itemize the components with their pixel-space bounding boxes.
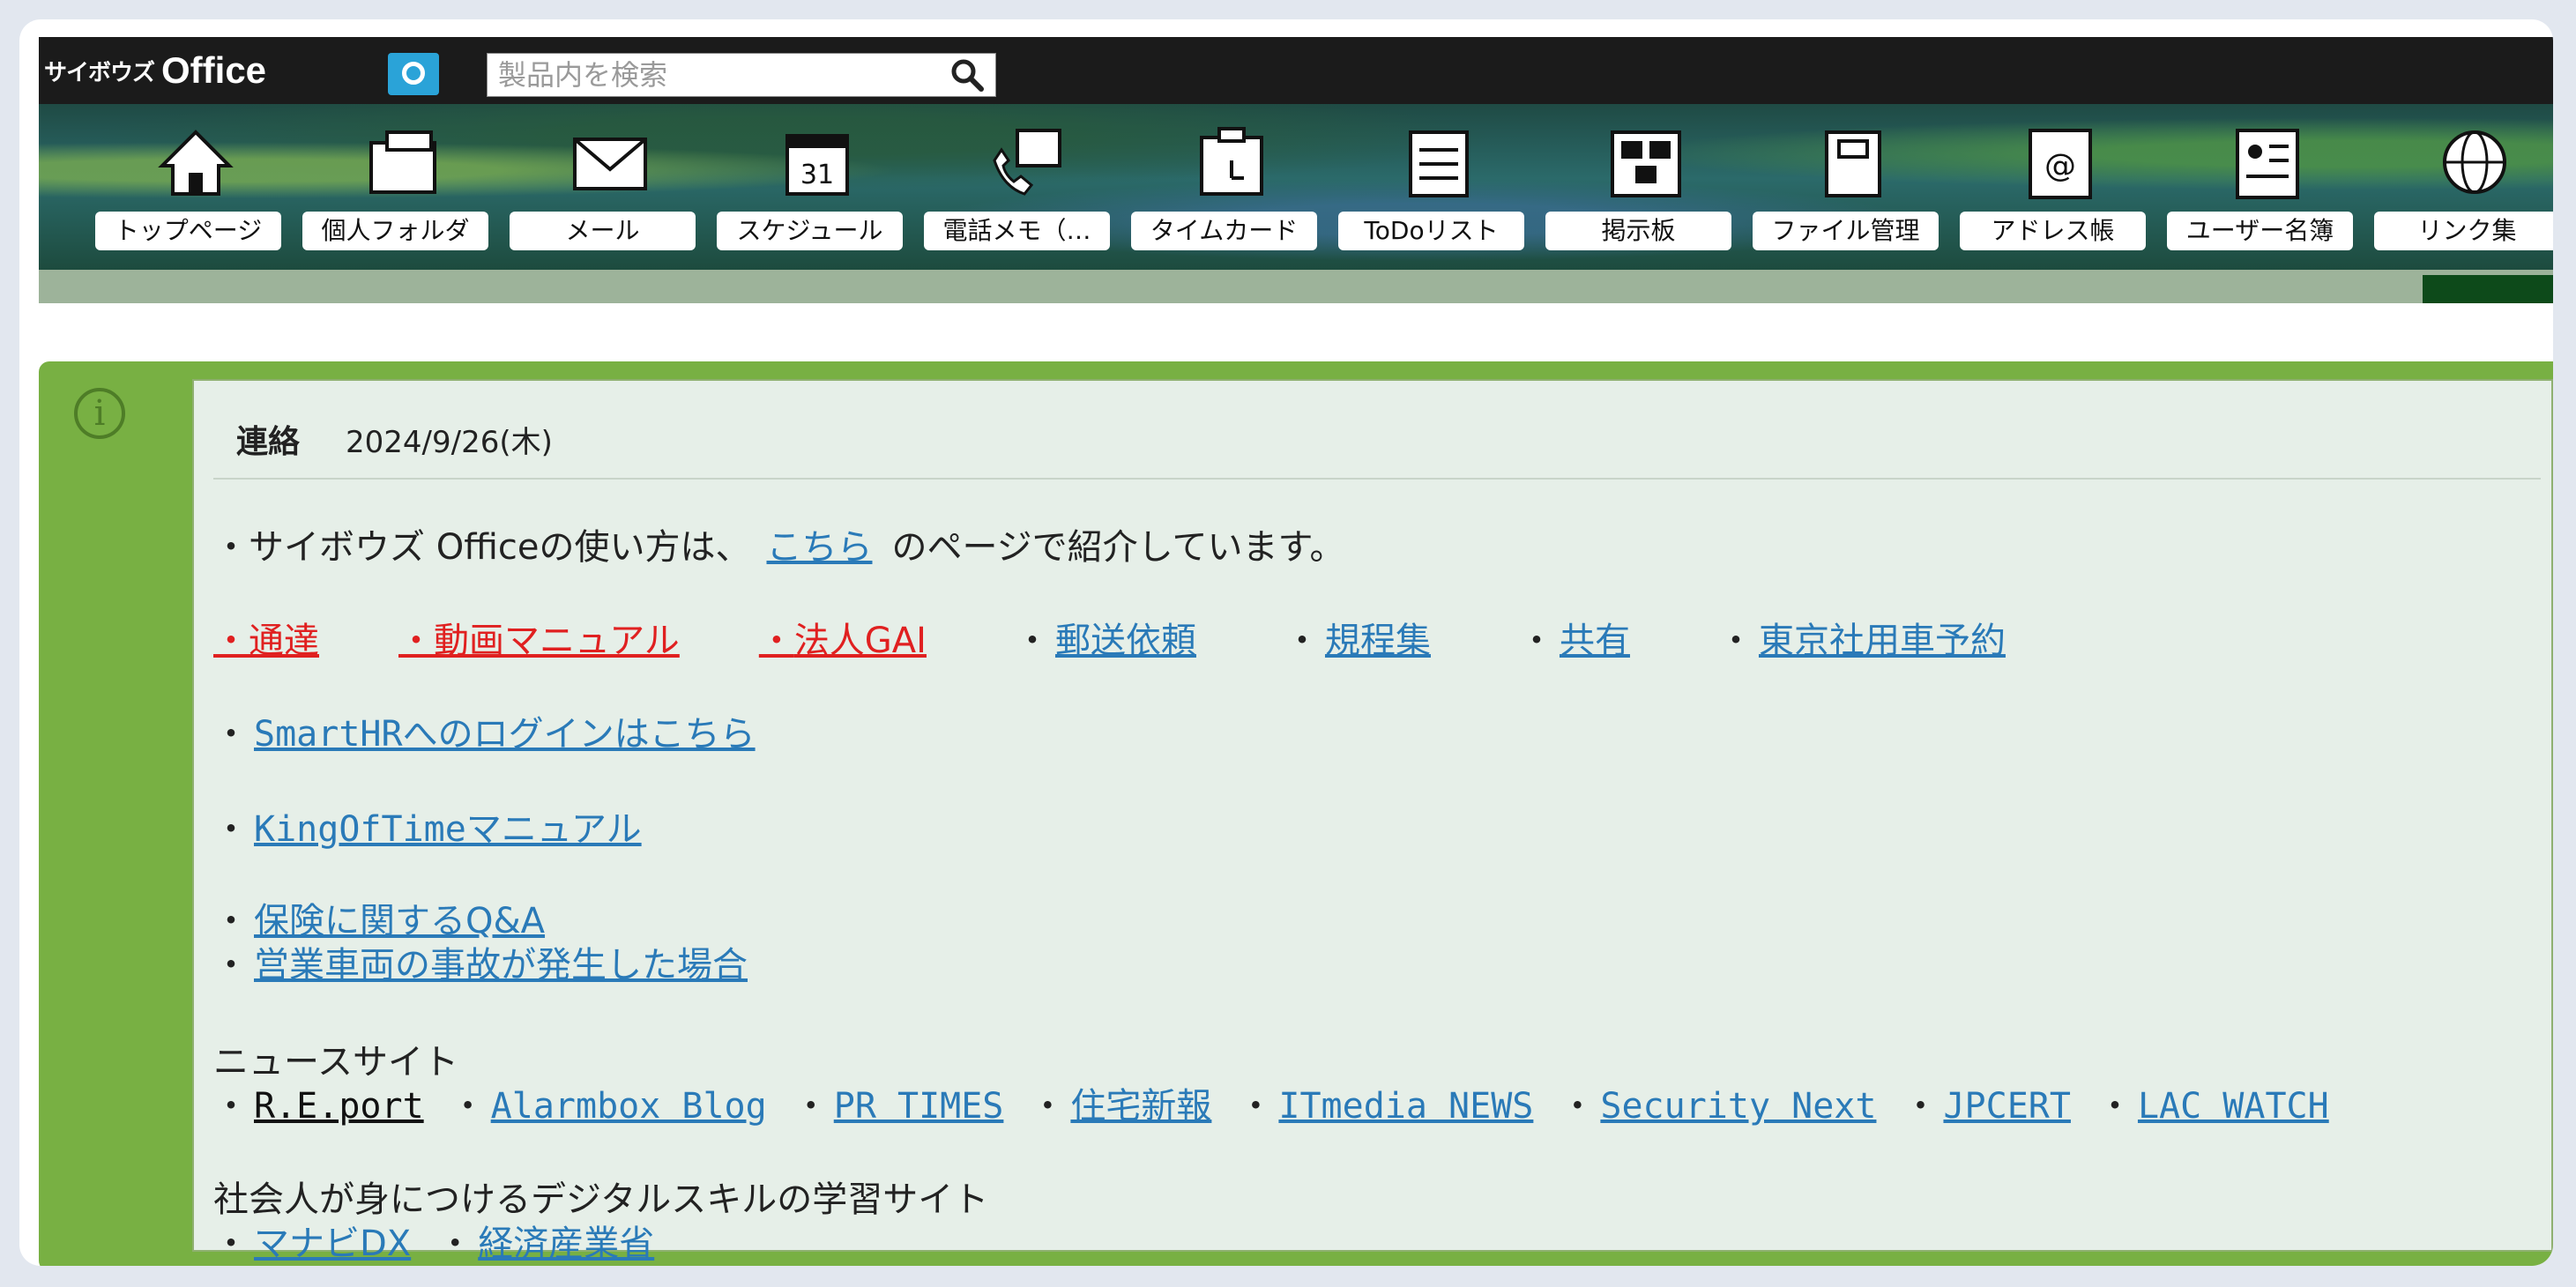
news-item-5: ・ Security Next [1560, 1086, 1877, 1127]
brand-logo[interactable]: サイボウズ Office [44, 46, 266, 95]
info-icon: i [74, 388, 125, 439]
mail-icon [568, 125, 652, 199]
search-icon[interactable] [948, 57, 986, 93]
news-item-3: ・住宅新報 [1030, 1086, 1212, 1127]
nav-label: ユーザー名簿 [2167, 212, 2353, 250]
nav-item-9[interactable]: @ アドレス帳 [1956, 109, 2163, 268]
notice-header: 連絡 2024/9/26(木) [213, 381, 2541, 480]
news-link[interactable]: Security Next [1600, 1086, 1876, 1127]
brand-small: サイボウズ [44, 59, 155, 86]
product-icon[interactable] [388, 53, 439, 95]
app-nav-bar: トップページ 個人フォルダ メール 31 スケジュール 電話メモ（… タイムカード ToDoリ… [39, 104, 2553, 270]
nav-item-1[interactable]: 個人フォルダ [299, 109, 506, 268]
user-directory-icon [2225, 125, 2310, 199]
notice-date: 2024/9/26(木) [346, 425, 553, 460]
news-link[interactable]: R.E.port [254, 1086, 424, 1127]
news-link[interactable]: JPCERT [1943, 1086, 2071, 1127]
nav-label: トップページ [95, 212, 281, 250]
intro-line: ・サイボウズ Officeの使い方は、 こちら のページで紹介しています。 [213, 518, 1344, 569]
search-input[interactable] [488, 54, 923, 96]
bulletin-icon [1604, 125, 1688, 199]
notice-panel: i 連絡 2024/9/26(木) ・サイボウズ Officeの使い方は、 こち… [39, 361, 2553, 1266]
kingoftime-line: ・ KingOfTimeマニュアル [213, 800, 642, 852]
search-box [487, 53, 996, 97]
accident-line: ・ 営業車両の事故が発生した場合 [213, 936, 748, 987]
nav-item-11[interactable]: リンク集 [2371, 109, 2553, 268]
smarthr-line: ・ SmartHRへのログインはこちら [213, 705, 756, 756]
news-link[interactable]: PR TIMES [834, 1086, 1004, 1127]
news-item-2: ・ PR TIMES [793, 1086, 1004, 1127]
notice-body: 連絡 2024/9/26(木) ・サイボウズ Officeの使い方は、 こちら … [192, 379, 2553, 1264]
nav-item-8[interactable]: ファイル管理 [1749, 109, 1956, 268]
sub-bar [39, 270, 2553, 303]
notice-title: 連絡 [236, 424, 301, 460]
news-links-row: ・ R.E.port ・ Alarmbox Blog ・ PR TIMES ・住宅新報・ IT… [213, 1077, 2356, 1128]
nav-item-6[interactable]: ToDoリスト [1335, 109, 1542, 268]
calendar-icon: 31 [775, 125, 860, 199]
globe-icon [2432, 125, 2517, 199]
nav-item-4[interactable]: 電話メモ（… [920, 109, 1128, 268]
nav-item-0[interactable]: トップページ [92, 109, 299, 268]
nav-label: 電話メモ（… [924, 212, 1110, 250]
smarthr-link[interactable]: SmartHRへのログインはこちら [254, 705, 756, 756]
skill-link[interactable]: 経済産業省 [478, 1224, 654, 1264]
news-link[interactable]: ITmedia NEWS [1278, 1086, 1533, 1127]
nav-label: アドレス帳 [1960, 212, 2146, 250]
nav-item-5[interactable]: タイムカード [1128, 109, 1335, 268]
skill-link[interactable]: マナビDX [254, 1224, 411, 1264]
nav-item-10[interactable]: ユーザー名簿 [2163, 109, 2371, 268]
skill-links-row: ・マナビDX ・経済産業省 [213, 1215, 681, 1266]
quick-link-6[interactable]: ・東京社用車予約 [1718, 612, 2006, 663]
addressbook-icon: @ [2018, 125, 2103, 199]
nav-label: スケジュール [717, 212, 903, 250]
quick-links-row: ・通達 ・動画マニュアル ・法人GAI ・郵送依頼 ・規程集 ・共有 ・東京社用車予約 [213, 612, 2094, 663]
news-item-1: ・ Alarmbox Blog [450, 1086, 767, 1127]
svg-text:31: 31 [800, 160, 833, 190]
quick-link-0[interactable]: ・通達 [213, 612, 319, 663]
accident-link[interactable]: 営業車両の事故が発生した場合 [254, 936, 748, 987]
news-item-0: ・ R.E.port [213, 1086, 424, 1127]
file-icon [1811, 125, 1895, 199]
nav-label: メール [510, 212, 696, 250]
nav-label: リンク集 [2374, 212, 2553, 250]
intro-suffix: のページで紹介しています。 [891, 527, 1345, 568]
svg-text:@: @ [2044, 148, 2076, 184]
window-frame: サイボウズ Office トップページ個人フォルダメール 31 スケジュール電話メモ… [19, 19, 2553, 1266]
timecard-icon [1189, 125, 1274, 199]
nav-label: 掲示板 [1545, 212, 1731, 250]
nav-item-3[interactable]: 31 スケジュール [713, 109, 920, 268]
quick-link-4[interactable]: ・規程集 [1284, 612, 1431, 663]
brand-big: Office [161, 49, 267, 91]
skill-item-1: ・経済産業省 [437, 1224, 655, 1264]
quick-link-1[interactable]: ・動画マニュアル [398, 612, 680, 663]
nav-label: 個人フォルダ [302, 212, 488, 250]
nav-label: ファイル管理 [1753, 212, 1939, 250]
quick-link-3[interactable]: ・郵送依頼 [1015, 612, 1196, 663]
news-link[interactable]: 住宅新報 [1070, 1086, 1211, 1127]
top-bar: サイボウズ Office [39, 37, 2553, 104]
quick-link-2[interactable]: ・法人GAI [759, 612, 927, 663]
quick-link-5[interactable]: ・共有 [1519, 612, 1630, 663]
todo-icon [1396, 125, 1481, 199]
nav-item-2[interactable]: メール [506, 109, 713, 268]
nav-label: タイムカード [1131, 212, 1317, 250]
intro-link[interactable]: こちら [766, 518, 872, 569]
sub-bar-accent [2423, 275, 2553, 303]
news-item-6: ・ JPCERT [1902, 1086, 2071, 1127]
home-icon [153, 125, 238, 199]
kingoftime-link[interactable]: KingOfTimeマニュアル [254, 800, 642, 852]
nav-label: ToDoリスト [1338, 212, 1524, 250]
nav-item-7[interactable]: 掲示板 [1542, 109, 1749, 268]
skill-item-0: ・マナビDX [213, 1224, 412, 1264]
news-link[interactable]: LAC WATCH [2138, 1086, 2329, 1127]
intro-prefix: ・サイボウズ Officeの使い方は、 [213, 527, 751, 568]
news-item-7: ・ LAC WATCH [2096, 1086, 2329, 1127]
news-link[interactable]: Alarmbox Blog [491, 1086, 767, 1127]
folder-icon [361, 125, 445, 199]
phone-memo-icon [982, 125, 1067, 199]
news-item-4: ・ ITmedia NEWS [1238, 1086, 1534, 1127]
